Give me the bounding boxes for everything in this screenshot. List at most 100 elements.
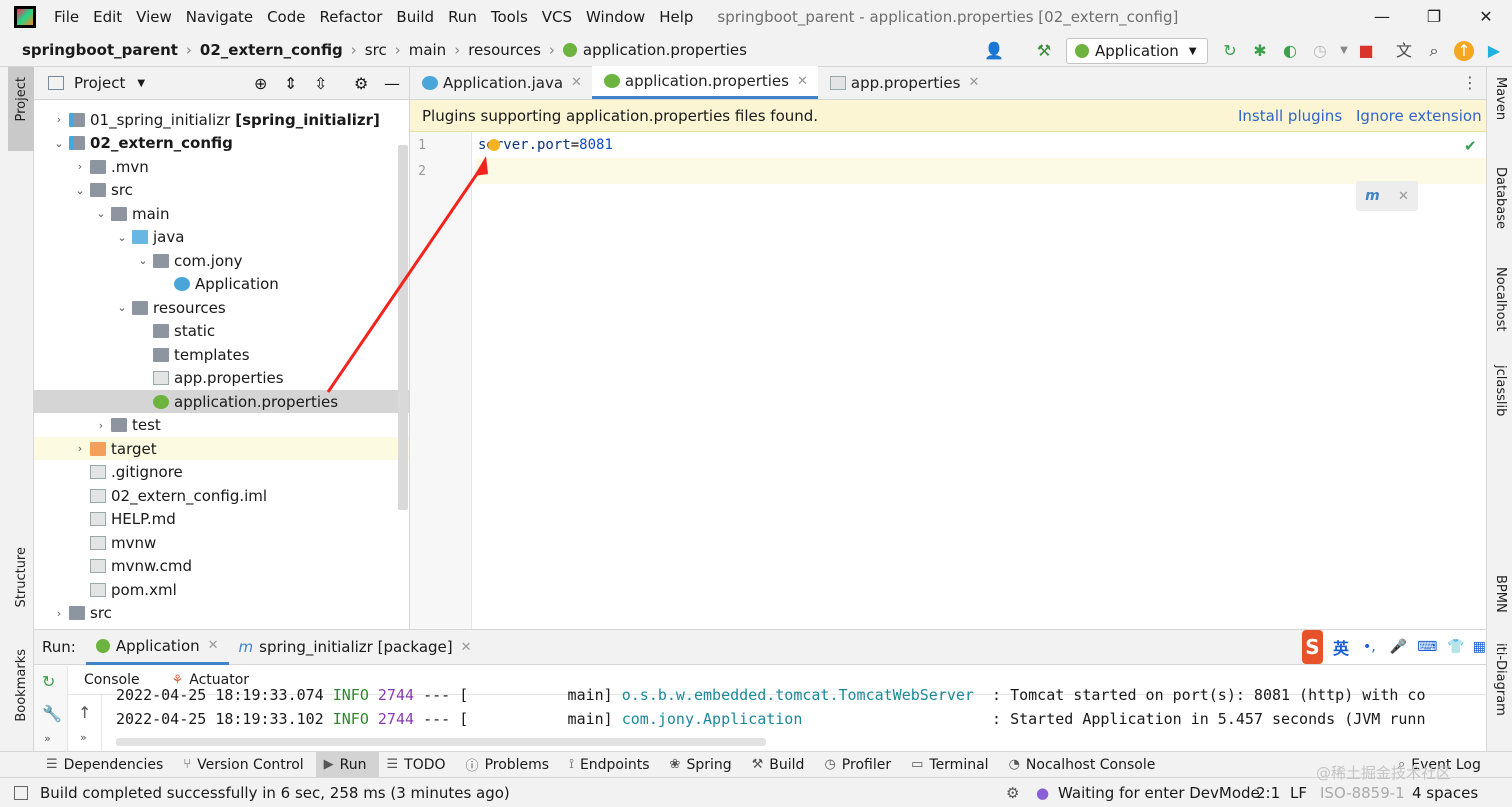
search-icon[interactable]: ⌕ xyxy=(1424,41,1444,61)
more-icon[interactable]: » xyxy=(44,732,51,745)
maven-reload-icon[interactable]: m xyxy=(1365,188,1380,204)
tree-item[interactable]: HELP.md xyxy=(34,508,409,531)
chevron-down-icon[interactable]: ⌄ xyxy=(51,137,67,150)
ignore-extension-link[interactable]: Ignore extension xyxy=(1356,107,1482,125)
close-icon[interactable]: ✕ xyxy=(571,75,582,90)
close-icon[interactable]: ✕ xyxy=(1398,189,1409,204)
run-tab-application[interactable]: Application ✕ xyxy=(85,630,229,665)
tree-item[interactable]: 02_extern_config.iml xyxy=(34,484,409,507)
chevron-right-icon[interactable]: › xyxy=(93,419,109,432)
tree-item[interactable]: Application xyxy=(34,273,409,296)
menu-item-file[interactable]: File xyxy=(48,8,87,26)
user-icon[interactable]: 👤 xyxy=(984,41,1004,61)
tool-window-nocalhost-console[interactable]: ◔ Nocalhost Console xyxy=(1001,752,1168,778)
close-icon[interactable]: ✕ xyxy=(208,638,219,653)
tree-item[interactable]: application.properties xyxy=(34,390,409,413)
jclasslib-tool-tab[interactable]: jclasslib xyxy=(1493,365,1508,416)
tree-item[interactable]: mvnw.cmd xyxy=(34,555,409,578)
nocalhost-tool-tab[interactable]: Nocalhost xyxy=(1493,267,1508,331)
plugin-play-icon[interactable]: ▶ xyxy=(1484,41,1504,61)
translate-icon[interactable]: 文 xyxy=(1394,41,1414,61)
skin-icon[interactable]: 👕 xyxy=(1447,639,1464,655)
menu-item-vcs[interactable]: VCS xyxy=(536,8,580,26)
tool-window-profiler[interactable]: ◷ Profiler xyxy=(816,752,903,778)
chevron-right-icon[interactable]: › xyxy=(72,442,88,455)
devmode-status[interactable]: Waiting for enter DevMode xyxy=(1058,784,1260,802)
tree-item[interactable]: .gitignore xyxy=(34,461,409,484)
database-tool-tab[interactable]: Database xyxy=(1493,167,1508,229)
chevron-right-icon[interactable]: › xyxy=(51,113,67,126)
line-separator[interactable]: LF xyxy=(1290,784,1307,802)
breadcrumb-item[interactable]: src xyxy=(365,41,387,59)
tree-item[interactable]: › src xyxy=(34,602,409,625)
maven-tool-tab[interactable]: Maven xyxy=(1493,77,1508,120)
tree-item[interactable]: › 01_spring_initializr [spring_initializr] xyxy=(34,108,409,131)
breadcrumb-item[interactable]: resources xyxy=(468,41,541,59)
expand-all-icon[interactable]: ⇕ xyxy=(284,74,297,93)
tool-window-todo[interactable]: ☰ TODO xyxy=(379,752,458,778)
hide-panel-icon[interactable]: — xyxy=(384,74,400,93)
tab-menu-icon[interactable]: ⋮ xyxy=(1462,73,1478,92)
inspection-ok-icon[interactable]: ✔ xyxy=(1464,137,1477,155)
bookmarks-tool-tab[interactable]: Bookmarks xyxy=(14,649,29,722)
chevron-down-icon[interactable]: ▼ xyxy=(137,78,145,89)
punctuation-icon[interactable]: •, xyxy=(1363,639,1376,655)
menu-item-edit[interactable]: Edit xyxy=(87,8,130,26)
tree-item[interactable]: static xyxy=(34,320,409,343)
editor-tab[interactable]: Application.java ✕ xyxy=(410,66,592,99)
menu-item-help[interactable]: Help xyxy=(653,8,701,26)
more-icon[interactable]: » xyxy=(80,731,87,744)
maximize-button[interactable]: ❐ xyxy=(1408,0,1460,34)
tree-item[interactable]: › target xyxy=(34,437,409,460)
breadcrumb-item[interactable]: application.properties xyxy=(583,41,747,59)
scroll-up-icon[interactable]: ↑ xyxy=(78,703,91,722)
menu-item-run[interactable]: Run xyxy=(442,8,485,26)
diagram-tool-tab[interactable]: iti-Diagram xyxy=(1493,643,1508,716)
update-icon[interactable]: ↑ xyxy=(1454,41,1474,61)
tree-item[interactable]: ⌄ java xyxy=(34,226,409,249)
more-run-chevron-icon[interactable]: ▼ xyxy=(1334,41,1354,61)
tool-window-spring[interactable]: ❀ Spring xyxy=(662,752,744,778)
grid-icon[interactable]: ▦ xyxy=(1473,639,1486,655)
chevron-right-icon[interactable]: › xyxy=(51,607,67,620)
close-icon[interactable]: ✕ xyxy=(461,640,472,655)
tool-window-version-control[interactable]: ⑂ Version Control xyxy=(175,752,315,778)
layout-toggle-icon[interactable] xyxy=(14,785,28,800)
indent-setting[interactable]: 4 spaces xyxy=(1412,784,1478,802)
wrench-icon[interactable]: 🔧 xyxy=(42,704,62,723)
menu-item-tools[interactable]: Tools xyxy=(485,8,536,26)
collapse-all-icon[interactable]: ⇳ xyxy=(314,74,327,93)
tool-window-run[interactable]: ▶ Run xyxy=(315,751,379,778)
bpmn-tool-tab[interactable]: BPMN xyxy=(1493,575,1508,613)
intention-bulb-icon[interactable] xyxy=(488,139,500,151)
console-horizontal-scrollbar[interactable] xyxy=(116,738,766,746)
tree-item[interactable]: ⌄ 02_extern_config xyxy=(34,132,409,155)
breadcrumb-item[interactable]: 02_extern_config xyxy=(200,41,343,59)
menu-item-navigate[interactable]: Navigate xyxy=(180,8,261,26)
gear-icon[interactable]: ⚙ xyxy=(354,74,368,93)
coverage-icon[interactable]: ◐ xyxy=(1280,41,1300,61)
stop-icon[interactable]: ■ xyxy=(1356,41,1376,61)
project-panel-title[interactable]: Project xyxy=(74,74,125,92)
install-plugins-link[interactable]: Install plugins xyxy=(1238,107,1342,125)
breadcrumb-item[interactable]: springboot_parent xyxy=(22,41,178,59)
tool-window-problems[interactable]: ⓘ Problems xyxy=(458,752,562,778)
build-hammer-icon[interactable]: ⚒ xyxy=(1034,41,1054,61)
code-content[interactable]: server.port=8081 xyxy=(476,132,1486,184)
tree-item[interactable]: app.properties xyxy=(34,367,409,390)
menu-item-view[interactable]: View xyxy=(130,8,180,26)
file-encoding[interactable]: ISO-8859-1 xyxy=(1320,784,1405,802)
editor-tab[interactable]: application.properties ✕ xyxy=(591,66,818,99)
tree-item[interactable]: mvnw xyxy=(34,531,409,554)
tree-item[interactable]: › test xyxy=(34,414,409,437)
close-icon[interactable]: ✕ xyxy=(797,74,808,89)
tree-item[interactable]: ⌄ resources xyxy=(34,296,409,319)
keyboard-icon[interactable]: ⌨ xyxy=(1417,639,1437,655)
tree-scrollbar[interactable] xyxy=(398,145,408,510)
tree-item[interactable]: pom.xml xyxy=(34,578,409,601)
tree-item[interactable]: templates xyxy=(34,343,409,366)
tree-item[interactable]: ⌄ com.jony xyxy=(34,249,409,272)
menu-item-code[interactable]: Code xyxy=(261,8,313,26)
profile-icon[interactable]: ◷ xyxy=(1310,41,1330,61)
ime-language[interactable]: 英 xyxy=(1333,635,1349,659)
